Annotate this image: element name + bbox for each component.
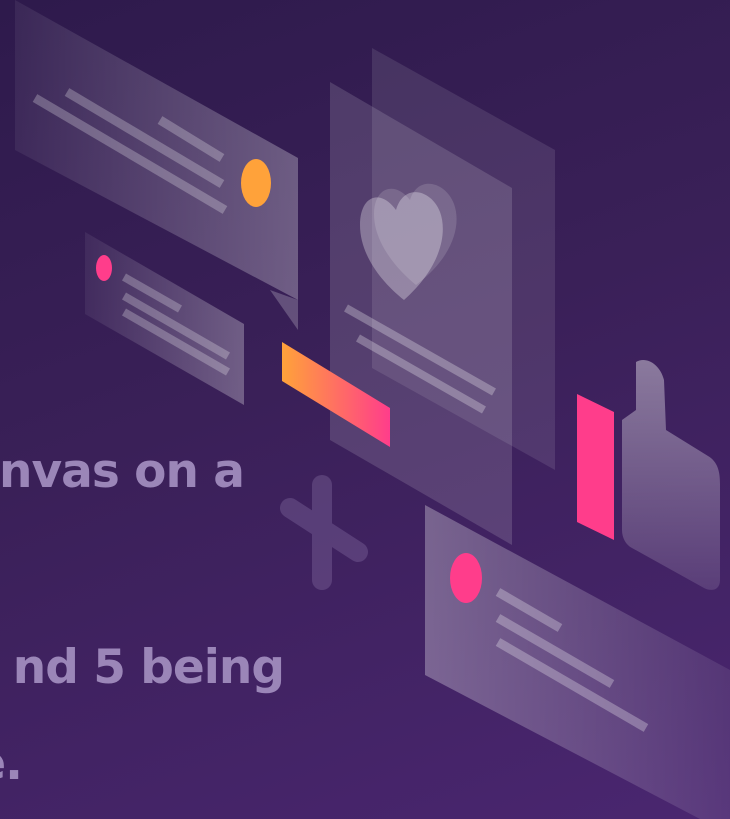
question-text-line-1: nvas on a [0,444,245,499]
pink-dot-icon [450,553,482,603]
social-media-illustration [15,0,730,819]
pink-dot-icon [96,255,112,281]
question-text-line-2: nd 5 being [12,640,285,695]
pink-bar [577,394,614,540]
orange-dot-icon [241,159,271,207]
plus-icon [280,475,368,590]
question-text-line-3: e. [0,736,23,791]
thumbs-up-icon [622,360,720,590]
page: { "question": { "lines": ["nvas on a", "… [0,0,730,819]
